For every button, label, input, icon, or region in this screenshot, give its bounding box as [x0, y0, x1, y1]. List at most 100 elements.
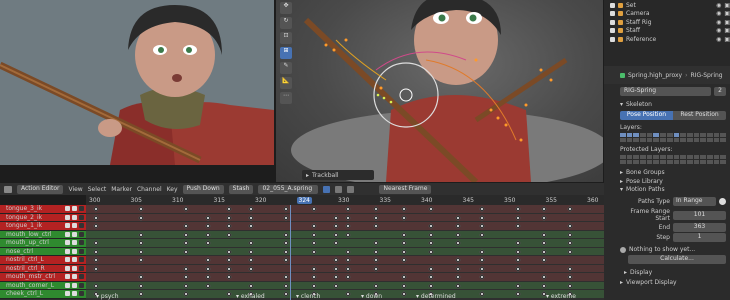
checkbox-icon[interactable]	[72, 282, 77, 288]
layer-toggle[interactable]	[693, 154, 700, 159]
layer-toggle[interactable]	[620, 154, 626, 159]
channel-row[interactable]: tongue_2_ik	[0, 213, 86, 222]
channel-row[interactable]: cheek_ctrl_L	[0, 290, 86, 299]
motion-paths-panel[interactable]: ▾ Motion Paths	[620, 186, 726, 195]
interpolation-dropdown[interactable]: Nearest Frame	[379, 184, 432, 194]
current-frame-line[interactable]	[290, 205, 291, 300]
fcurve-modifier-icon[interactable]	[65, 214, 70, 220]
layer-toggle[interactable]	[660, 137, 666, 142]
last-operator-panel[interactable]: ▸ Trackball	[302, 170, 374, 180]
layer-toggle[interactable]	[666, 132, 673, 137]
layer-toggle[interactable]	[626, 137, 633, 142]
layer-toggle[interactable]	[706, 132, 713, 137]
eye-icon[interactable]: ◉	[716, 2, 721, 9]
layer-toggle[interactable]	[686, 137, 693, 142]
layer-toggle[interactable]	[626, 154, 633, 159]
layer-toggle[interactable]	[620, 132, 626, 137]
transform-tool-icon[interactable]: ⊞	[280, 47, 292, 59]
checkbox-icon[interactable]	[72, 214, 77, 220]
checkbox-icon[interactable]	[72, 223, 77, 229]
outliner-item[interactable]: Camera ◉ ▣	[604, 10, 730, 19]
lock-icon[interactable]	[79, 248, 84, 254]
lock-icon[interactable]	[79, 274, 84, 280]
layer-toggle[interactable]	[680, 137, 686, 142]
viewport-display-panel[interactable]: ▸ Viewport Display	[620, 279, 726, 288]
timeline-marker[interactable]: ▾ determined	[416, 293, 456, 300]
layer-toggle[interactable]	[653, 132, 660, 137]
move-tool-icon[interactable]: ✥	[280, 2, 292, 14]
lock-icon[interactable]	[79, 265, 84, 271]
channel-row[interactable]: tongue_1_ik	[0, 222, 86, 231]
push-down-button[interactable]: Push Down	[182, 184, 224, 194]
channel-row[interactable]: tongue_3_ik	[0, 205, 86, 214]
camera-icon[interactable]: ▣	[724, 36, 730, 43]
camera-viewport[interactable]	[0, 0, 274, 165]
layer-toggle[interactable]	[620, 159, 626, 164]
fcurve-modifier-icon[interactable]	[65, 282, 70, 288]
layer-toggle[interactable]	[693, 132, 700, 137]
channel-row[interactable]: nostril_ctrl_L	[0, 256, 86, 265]
layer-toggle[interactable]	[660, 159, 666, 164]
outliner-item[interactable]: Set ◉ ▣	[604, 1, 730, 10]
checkbox-icon[interactable]	[610, 11, 615, 17]
menu-key[interactable]: Key	[167, 186, 178, 193]
layer-toggle[interactable]	[646, 137, 653, 142]
channel-row[interactable]: mouth_low_ctrl	[0, 230, 86, 239]
fcurve-modifier-icon[interactable]	[65, 231, 70, 237]
fcurve-modifier-icon[interactable]	[65, 240, 70, 246]
layer-toggle[interactable]	[640, 132, 646, 137]
frame-ruler[interactable]: 300 305 310 315 320 324 330 335 340 345 350 355 360	[86, 195, 604, 205]
copy-icon[interactable]	[335, 185, 343, 193]
outliner-item[interactable]: Reference ◉ ▣	[604, 35, 730, 44]
scale-tool-icon[interactable]: ⊡	[280, 32, 292, 44]
checkbox-icon[interactable]	[610, 36, 615, 42]
rest-position-button[interactable]: Rest Position	[673, 110, 726, 120]
layer-toggle[interactable]	[633, 132, 640, 137]
channel-row[interactable]: nose_ctrl	[0, 247, 86, 256]
layer-toggle[interactable]	[666, 154, 673, 159]
timeline-marker[interactable]: ▾ clench	[296, 293, 320, 300]
camera-icon[interactable]: ▣	[724, 10, 730, 17]
channel-row[interactable]: mouth_mstr_ctrl	[0, 273, 86, 282]
layer-toggle[interactable]	[700, 132, 706, 137]
fcurve-modifier-icon[interactable]	[65, 257, 70, 263]
layer-toggle[interactable]	[646, 154, 653, 159]
checkbox-icon[interactable]	[610, 2, 615, 8]
layer-toggle[interactable]	[686, 132, 693, 137]
layer-toggle[interactable]	[653, 154, 660, 159]
layer-toggle[interactable]	[700, 137, 706, 142]
fcurve-modifier-icon[interactable]	[65, 274, 70, 280]
layer-toggle[interactable]	[706, 137, 713, 142]
fcurve-modifier-icon[interactable]	[65, 223, 70, 229]
timeline-marker[interactable]: ▾ down	[361, 293, 382, 300]
protected-layers-grid[interactable]	[620, 154, 726, 164]
layer-toggle[interactable]	[646, 132, 653, 137]
channel-row[interactable]: nostril_ctrl_R	[0, 264, 86, 273]
checkbox-icon[interactable]	[610, 19, 615, 25]
3d-viewport[interactable]: ✥ ↻ ⊡ ⊞ ✎ 📐 ⋯ ▸ Trackball	[276, 0, 603, 182]
layer-toggle[interactable]	[640, 154, 646, 159]
pose-library-panel[interactable]: ▸ Pose Library	[620, 177, 726, 186]
eye-icon[interactable]: ◉	[716, 36, 721, 43]
layers-grid[interactable]	[620, 132, 726, 142]
close-icon[interactable]	[347, 185, 355, 193]
layer-toggle[interactable]	[693, 137, 700, 142]
annotate-tool-icon[interactable]: ✎	[280, 62, 292, 74]
layer-toggle[interactable]	[673, 132, 680, 137]
layer-toggle[interactable]	[720, 137, 726, 142]
checkbox-icon[interactable]	[610, 28, 615, 34]
checkbox-icon[interactable]	[72, 231, 77, 237]
layer-toggle[interactable]	[666, 159, 673, 164]
layer-toggle[interactable]	[653, 137, 660, 142]
lock-icon[interactable]	[79, 214, 84, 220]
layer-toggle[interactable]	[646, 159, 653, 164]
lock-icon[interactable]	[79, 257, 84, 263]
menu-select[interactable]: Select	[88, 186, 107, 193]
menu-marker[interactable]: Marker	[111, 186, 132, 193]
skeleton-panel-header[interactable]: ▾ Skeleton	[620, 100, 726, 109]
camera-icon[interactable]: ▣	[724, 27, 730, 34]
eye-icon[interactable]: ◉	[716, 10, 721, 17]
keyframe-area[interactable]: ▾ psych ▾ exhaled ▾ clench ▾ down ▾ determin…	[86, 205, 604, 300]
layer-toggle[interactable]	[626, 132, 633, 137]
layer-toggle[interactable]	[633, 159, 640, 164]
